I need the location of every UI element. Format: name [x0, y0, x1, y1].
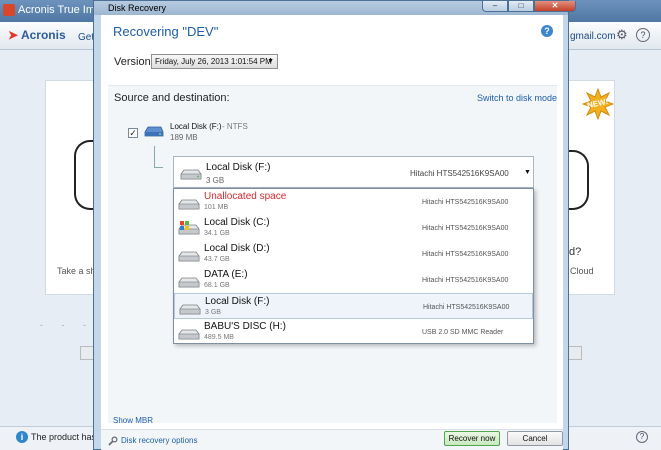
target-disk-model: Hitachi HTS542516K9SA00: [410, 169, 509, 178]
source-destination-panel: Source and destination: Switch to disk m…: [108, 85, 557, 423]
acronis-logo-mark: ➤: [8, 28, 19, 42]
target-disk-name: Local Disk (F:): [206, 162, 271, 173]
acronis-logo-text: Acronis: [20, 28, 66, 42]
disk-recovery-options-link[interactable]: Disk recovery options: [121, 436, 197, 445]
background-control-right[interactable]: [568, 346, 582, 360]
list-item-size: 3 GB: [205, 309, 221, 316]
blue-disk-icon: [144, 126, 164, 137]
hard-disk-icon: [180, 169, 202, 180]
list-item-name: DATA (E:): [204, 269, 248, 280]
dialog-footer: Disk recovery options Recover now Cancel: [101, 429, 563, 450]
list-item-name: BABU'S DISC (H:): [204, 321, 286, 332]
help-icon[interactable]: ?: [636, 28, 650, 42]
status-help-icon[interactable]: ?: [636, 431, 648, 443]
list-item-size: 489.5 MB: [204, 334, 234, 341]
source-destination-label: Source and destination:: [114, 92, 230, 104]
list-item-data-e[interactable]: DATA (E:) 68.1 GB Hitachi HTS542516K9SA0…: [174, 267, 533, 293]
dialog-window-title: Disk Recovery: [108, 3, 167, 13]
source-filesystem: - NTFS: [222, 122, 248, 131]
list-item-size: 43.7 GB: [204, 256, 230, 263]
cancel-button[interactable]: Cancel: [507, 431, 563, 446]
info-icon: i: [16, 431, 28, 443]
target-disk-size: 3 GB: [206, 176, 225, 185]
list-item-name: Local Disk (F:): [205, 296, 270, 307]
background-illustration-right: [569, 150, 589, 210]
hard-disk-icon: [178, 251, 200, 262]
windows-disk-icon: [178, 221, 200, 235]
hard-disk-icon: [179, 304, 201, 315]
list-item-local-disk-f[interactable]: Local Disk (F:) 3 GB Hitachi HTS542516K9…: [174, 293, 533, 319]
list-item-size: 34.1 GB: [204, 230, 230, 237]
target-disk-list: Unallocated space 101 MB Hitachi HTS5425…: [173, 188, 534, 344]
dialog-body: Recovering "DEV" ? Version: Friday, July…: [101, 15, 563, 450]
version-dropdown[interactable]: Friday, July 26, 2013 1:01:54 PM ▼: [151, 54, 278, 69]
window-controls: – □ ✕: [482, 1, 576, 12]
list-item-model: Hitachi HTS542516K9SA00: [422, 251, 509, 258]
source-disk-name: Local Disk (F:): [170, 122, 222, 131]
target-disk-dropdown[interactable]: Local Disk (F:) 3 GB Hitachi HTS542516K9…: [173, 156, 534, 188]
list-item-model: USB 2.0 SD MMC Reader: [422, 329, 504, 336]
list-item-local-disk-d[interactable]: Local Disk (D:) 43.7 GB Hitachi HTS54251…: [174, 241, 533, 267]
show-mbr-link[interactable]: Show MBR: [113, 416, 153, 425]
background-get-tab[interactable]: Get: [78, 32, 94, 43]
background-card-right-text: d?: [569, 246, 582, 258]
switch-to-disk-mode-link[interactable]: Switch to disk mode: [477, 93, 557, 103]
list-item-name: Local Disk (D:): [204, 243, 270, 254]
maximize-button[interactable]: □: [508, 1, 534, 12]
list-item-local-disk-c[interactable]: Local Disk (C:) 34.1 GB Hitachi HTS54251…: [174, 215, 533, 241]
list-item-size: 101 MB: [204, 204, 229, 211]
version-label: Version:: [114, 56, 154, 68]
source-disk-size: 189 MB: [170, 133, 198, 142]
background-control-left[interactable]: [80, 346, 94, 360]
list-item-name: Local Disk (C:): [204, 217, 270, 228]
acronis-logo: ➤ Acronis: [8, 28, 66, 42]
list-item-size: 68.1 GB: [204, 282, 230, 289]
chevron-down-icon: ▼: [524, 169, 531, 176]
background-account-email[interactable]: gmail.com: [570, 31, 616, 42]
list-item-name: Unallocated space: [204, 191, 287, 202]
hard-disk-icon: [178, 199, 200, 210]
hard-disk-icon: [178, 329, 200, 340]
gear-icon[interactable]: ⚙: [616, 28, 630, 42]
dialog-help-icon[interactable]: ?: [541, 25, 553, 37]
background-illustration-left: [74, 140, 94, 210]
minimize-button[interactable]: –: [482, 1, 508, 12]
version-value: Friday, July 26, 2013 1:01:54 PM: [155, 57, 272, 66]
app-icon: [3, 4, 15, 16]
background-card-right-caption: Cloud: [570, 266, 594, 276]
list-item-model: Hitachi HTS542516K9SA00: [422, 225, 509, 232]
recover-now-button[interactable]: Recover now: [444, 431, 500, 446]
list-item-unallocated[interactable]: Unallocated space 101 MB Hitachi HTS5425…: [174, 189, 533, 215]
dialog-titlebar[interactable]: Disk Recovery – □ ✕: [94, 1, 576, 15]
list-item-model: Hitachi HTS542516K9SA00: [422, 199, 509, 206]
close-button[interactable]: ✕: [534, 1, 576, 12]
disk-recovery-dialog: Disk Recovery – □ ✕ Recovering "DEV" ? V…: [93, 0, 576, 450]
chevron-down-icon: ▼: [267, 58, 274, 65]
wrench-icon: [108, 436, 118, 446]
list-item-model: Hitachi HTS542516K9SA00: [422, 277, 509, 284]
background-card-left-text: Take a sh: [57, 266, 96, 276]
hard-disk-icon: [178, 277, 200, 288]
source-target-connector: [154, 146, 163, 168]
list-item-babus-disc-h[interactable]: BABU'S DISC (H:) 489.5 MB USB 2.0 SD MMC…: [174, 319, 533, 345]
dialog-heading: Recovering "DEV": [113, 24, 219, 39]
list-item-model: Hitachi HTS542516K9SA00: [423, 304, 510, 311]
source-checkbox[interactable]: ✓: [128, 128, 138, 138]
